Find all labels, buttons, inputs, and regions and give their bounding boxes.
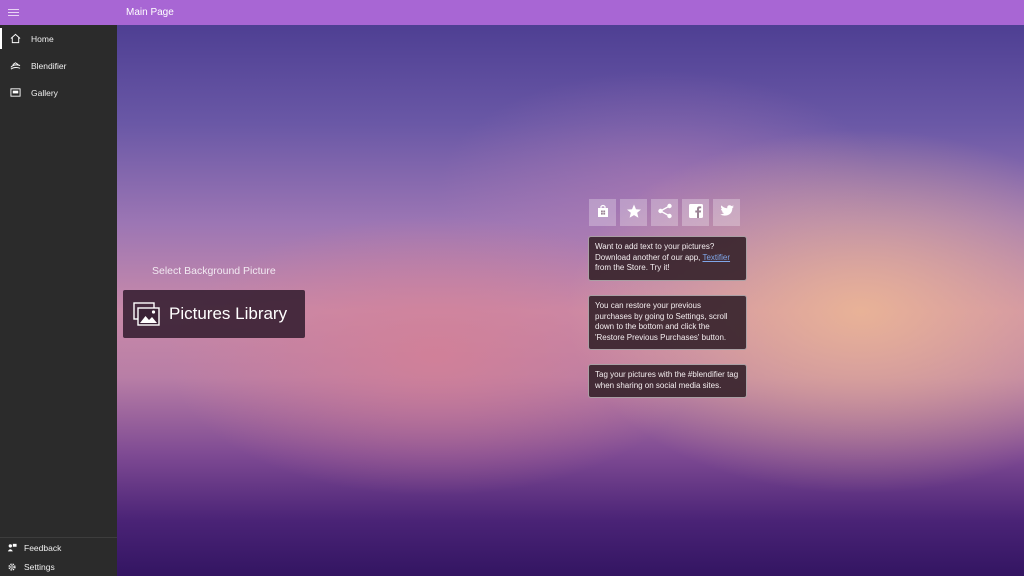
blendifier-icon <box>0 60 31 71</box>
select-background-label: Select Background Picture <box>152 265 276 277</box>
store-button[interactable] <box>589 199 616 226</box>
feedback-icon <box>0 543 24 553</box>
facebook-icon <box>688 203 704 223</box>
sidebar-item-home[interactable]: Home <box>0 25 117 52</box>
rate-button[interactable] <box>620 199 647 226</box>
sidebar-item-label: Feedback <box>24 542 62 553</box>
twitter-button[interactable] <box>713 199 740 226</box>
pictures-library-label: Pictures Library <box>169 304 288 323</box>
sidebar-item-settings[interactable]: Settings <box>0 557 117 576</box>
hamburger-menu-icon[interactable] <box>0 0 26 25</box>
textifier-link[interactable]: Textifier <box>702 253 730 262</box>
share-icon <box>657 203 673 223</box>
textifier-promo-text: Want to add text to your pictures? Downl… <box>595 242 715 262</box>
share-button[interactable] <box>651 199 678 226</box>
facebook-button[interactable] <box>682 199 709 226</box>
share-toolbar <box>589 199 740 226</box>
title-bar: Main Page <box>0 0 1024 25</box>
textifier-promo-text-end: from the Store. Try it! <box>595 263 670 272</box>
sidebar-item-blendifier[interactable]: Blendifier <box>0 52 117 79</box>
gear-icon <box>0 562 24 572</box>
sidebar: Home Blendifier Gallery Feedback Setting… <box>0 25 117 576</box>
main-content: Select Background Picture Pictures Libra… <box>117 25 1024 576</box>
sidebar-item-label: Gallery <box>31 87 58 98</box>
pictures-library-button[interactable]: Pictures Library <box>123 290 305 338</box>
pictures-library-icon <box>123 301 169 327</box>
store-icon <box>595 203 611 223</box>
restore-purchases-text: You can restore your previous purchases … <box>595 301 728 342</box>
star-icon <box>626 203 642 223</box>
sidebar-item-gallery[interactable]: Gallery <box>0 79 117 106</box>
home-icon <box>0 33 31 44</box>
sidebar-item-label: Blendifier <box>31 60 67 71</box>
hashtag-tip-text: Tag your pictures with the #blendifier t… <box>595 370 739 390</box>
page-title: Main Page <box>126 7 174 18</box>
twitter-icon <box>719 203 735 223</box>
sidebar-item-label: Settings <box>24 561 55 572</box>
sidebar-footer: Feedback Settings <box>0 537 117 576</box>
hashtag-tip-card: Tag your pictures with the #blendifier t… <box>588 364 747 398</box>
sidebar-item-label: Home <box>31 33 54 44</box>
gallery-icon <box>0 87 31 98</box>
restore-purchases-card: You can restore your previous purchases … <box>588 295 747 350</box>
sidebar-item-feedback[interactable]: Feedback <box>0 538 117 557</box>
textifier-promo-card: Want to add text to your pictures? Downl… <box>588 236 747 281</box>
